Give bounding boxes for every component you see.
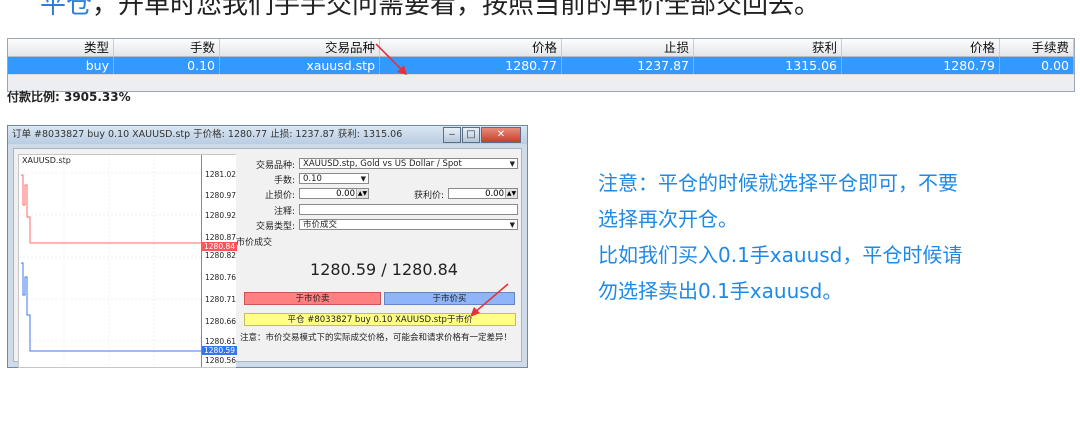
note-line-1: 注意：平仓的时候就选择平仓即可，不要 [598,171,958,195]
col-header-current-price[interactable]: 价格 [842,39,1000,56]
note-line-4: 勿选择卖出0.1手xauusd。 [598,279,843,303]
price-label: 1280.66 [205,317,237,326]
instruction-note: 注意：平仓的时候就选择平仓即可，不要 选择再次开仓。 比如我们买入0.1手xau… [598,165,1080,309]
col-header-commission[interactable]: 手续费 [1000,39,1074,56]
comment-label: 注释: [273,207,295,217]
col-header-stop-loss[interactable]: 止损 [562,39,694,56]
symbol-select[interactable]: XAUUSD.stp, Gold vs US Dollar / Spot ▼ [299,158,518,169]
dialog-body: XAUUSD.stp 1281.02 1280.97 1280.92 1280.… [13,148,522,368]
cell-commission: 0.00 [1000,57,1074,74]
table-row[interactable]: buy 0.10 xauusd.stp 1280.77 1237.87 1315… [8,57,1074,74]
sell-by-market-button[interactable]: 于市价卖 [244,292,381,305]
price-label: 1280.76 [205,273,237,282]
header-cut-prefix: 平仓 [40,0,93,20]
col-header-symbol[interactable]: 交易品种 [220,39,380,56]
chevron-down-icon: ▼ [509,160,515,168]
col-header-volume[interactable]: 手数 [114,39,220,56]
cell-current-price: 1280.79 [842,57,1000,74]
note-line-3: 比如我们买入0.1手xauusd，平仓时候请 [598,243,963,267]
tick-chart-lines [19,155,201,367]
price-label: 1280.82 [205,251,237,260]
maximize-icon[interactable]: □ [462,127,480,143]
trade-table: 类型 手数 交易品种 价格 止损 获利 价格 手续费 buy 0.10 xauu… [7,38,1075,92]
tick-chart: XAUUSD.stp 1281.02 1280.97 1280.92 1280.… [18,154,238,368]
cell-volume: 0.10 [114,57,220,74]
bid-ask-quote: 1280.59 / 1280.84 [310,260,458,279]
price-label: 1280.61 [205,337,237,346]
cell-type: buy [8,57,114,74]
chevron-down-icon: ▼ [360,175,366,183]
symbol-label: 交易品种: [255,161,295,171]
price-scale: 1281.02 1280.97 1280.92 1280.87 1280.84 … [201,155,238,367]
stop-loss-label: 止损价: [264,191,295,201]
volume-select-value: 0.10 [303,174,322,184]
spinner-icon[interactable]: ▲▼ [505,189,517,198]
order-type-label: 交易类型: [255,222,295,232]
bid-price-highlight: 1280.59 [202,346,238,355]
market-disclaimer: 注意：市价交易模式下的实际成交价格，可能会和请求价格有一定差异！ [240,333,513,343]
trade-table-header: 类型 手数 交易品种 价格 止损 获利 价格 手续费 [8,39,1074,57]
table-empty-row [8,74,1074,91]
margin-ratio-label: 付款比例: 3905.33% [7,90,131,104]
order-dialog: 订单 #8033827 buy 0.10 XAUUSD.stp 于价格: 128… [7,125,528,368]
price-label: 1280.87 [205,233,237,242]
window-controls: ‒ □ ✕ [443,127,521,143]
volume-select[interactable]: 0.10 ▼ [299,173,369,184]
stop-loss-input[interactable]: 0.00 ▲▼ [299,188,369,199]
col-header-type[interactable]: 类型 [8,39,114,56]
order-type-value: 市价成交 [303,220,338,230]
cell-symbol: xauusd.stp [220,57,380,74]
ask-price-highlight: 1280.84 [202,242,238,251]
minimize-icon[interactable]: ‒ [443,127,461,143]
header-cut-text: 平仓，开单时您我们手手交问需要看，按照当前的单价全部交回去。 [40,0,820,21]
order-type-select[interactable]: 市价成交 ▼ [299,219,518,230]
price-label: 1280.92 [205,211,237,220]
price-label: 1280.97 [205,191,237,200]
cell-stop-loss: 1237.87 [562,57,694,74]
annotation-arrow-price [375,43,407,75]
note-line-2: 选择再次开仓。 [598,207,738,231]
annotation-arrow-close [470,283,509,317]
price-label: 1280.56 [205,356,237,365]
take-profit-value: 0.00 [485,189,504,199]
symbol-select-value: XAUUSD.stp, Gold vs US Dollar / Spot [303,159,462,169]
header-cut-rest: ，开单时您我们手手交问需要看，按照当前的单价全部交回去。 [92,0,821,20]
take-profit-input[interactable]: 0.00 ▲▼ [448,188,518,199]
spinner-icon[interactable]: ▲▼ [356,189,368,198]
comment-input[interactable] [299,204,518,215]
volume-label: 手数: [273,176,295,186]
close-icon[interactable]: ✕ [481,127,521,143]
cell-take-profit: 1315.06 [694,57,842,74]
col-header-take-profit[interactable]: 获利 [694,39,842,56]
market-execution-label: 市价成交 [236,238,273,248]
stop-loss-value: 0.00 [336,189,355,199]
chevron-down-icon: ▼ [509,221,515,229]
price-label: 1281.02 [205,170,237,179]
price-label: 1280.71 [205,295,237,304]
take-profit-label: 获利价: [413,191,444,201]
